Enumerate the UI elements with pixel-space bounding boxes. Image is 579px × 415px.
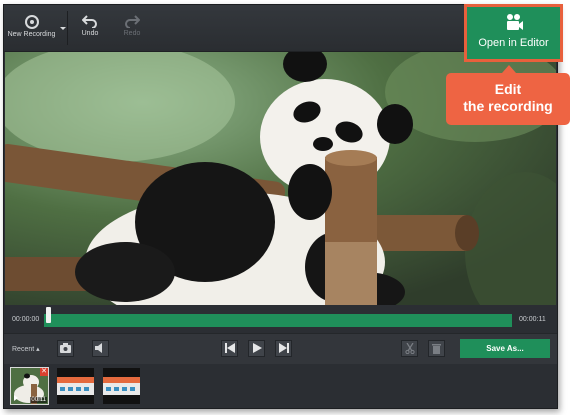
new-recording-label: New Recording <box>7 31 56 38</box>
start-time: 00:00:00 <box>12 316 40 323</box>
play-icon <box>252 343 262 353</box>
end-time: 00:00:11 <box>519 316 546 323</box>
clapperboard-icon <box>506 14 523 30</box>
trash-icon <box>432 344 441 354</box>
skip-to-end-button[interactable] <box>275 340 292 357</box>
camera-icon <box>60 343 71 353</box>
timeline-track[interactable] <box>44 314 512 327</box>
undo-button[interactable]: Undo <box>75 9 105 49</box>
cut-button[interactable] <box>401 340 418 357</box>
undo-label: Undo <box>81 30 99 37</box>
thumbnail-duration: 00:11 <box>30 397 47 403</box>
redo-label: Redo <box>123 30 141 37</box>
screen-thumbnail-image <box>103 368 140 404</box>
recording-thumbnail[interactable]: 00:11 ✕ <box>10 367 49 405</box>
skip-to-start-button[interactable] <box>221 340 238 357</box>
play-button[interactable] <box>248 340 265 357</box>
open-in-editor-button[interactable]: Open in Editor <box>464 4 563 62</box>
screenshot-button[interactable] <box>57 340 74 357</box>
redo-icon <box>125 15 140 28</box>
delete-button[interactable] <box>428 340 445 357</box>
save-as-button[interactable]: Save As... <box>460 339 550 358</box>
controls-bar: Recent ▴ Save As... <box>4 333 557 365</box>
edit-callout: Edit the recording <box>446 65 570 125</box>
app-window: New Recording Undo Redo 00:00:00 00:00:1… <box>3 4 558 409</box>
new-recording-button[interactable]: New Recording <box>4 9 59 49</box>
playhead-handle[interactable] <box>46 307 51 323</box>
scissors-icon <box>404 343 415 354</box>
remove-thumbnail-icon[interactable]: ✕ <box>40 368 48 376</box>
recent-recordings-strip: 00:11 ✕ <box>4 364 557 408</box>
new-recording-dropdown-icon[interactable] <box>60 27 66 30</box>
thumbnail-play-icon <box>14 395 18 401</box>
recent-toggle[interactable]: Recent ▴ <box>12 345 40 353</box>
skip-forward-icon <box>278 343 289 353</box>
redo-button[interactable]: Redo <box>117 9 147 49</box>
skip-back-icon <box>224 343 235 353</box>
callout-line-1: Edit <box>494 81 522 97</box>
record-icon <box>24 15 39 29</box>
toolbar-divider <box>67 11 68 45</box>
recording-thumbnail[interactable] <box>103 368 140 404</box>
timeline: 00:00:00 00:00:11 <box>4 307 557 333</box>
open-in-editor-label: Open in Editor <box>478 37 549 49</box>
recording-thumbnail[interactable] <box>57 368 94 404</box>
volume-button[interactable] <box>92 340 109 357</box>
callout-line-2: the recording <box>463 98 553 114</box>
speaker-icon <box>95 343 102 353</box>
undo-icon <box>82 15 97 28</box>
screen-thumbnail-image <box>57 368 94 404</box>
